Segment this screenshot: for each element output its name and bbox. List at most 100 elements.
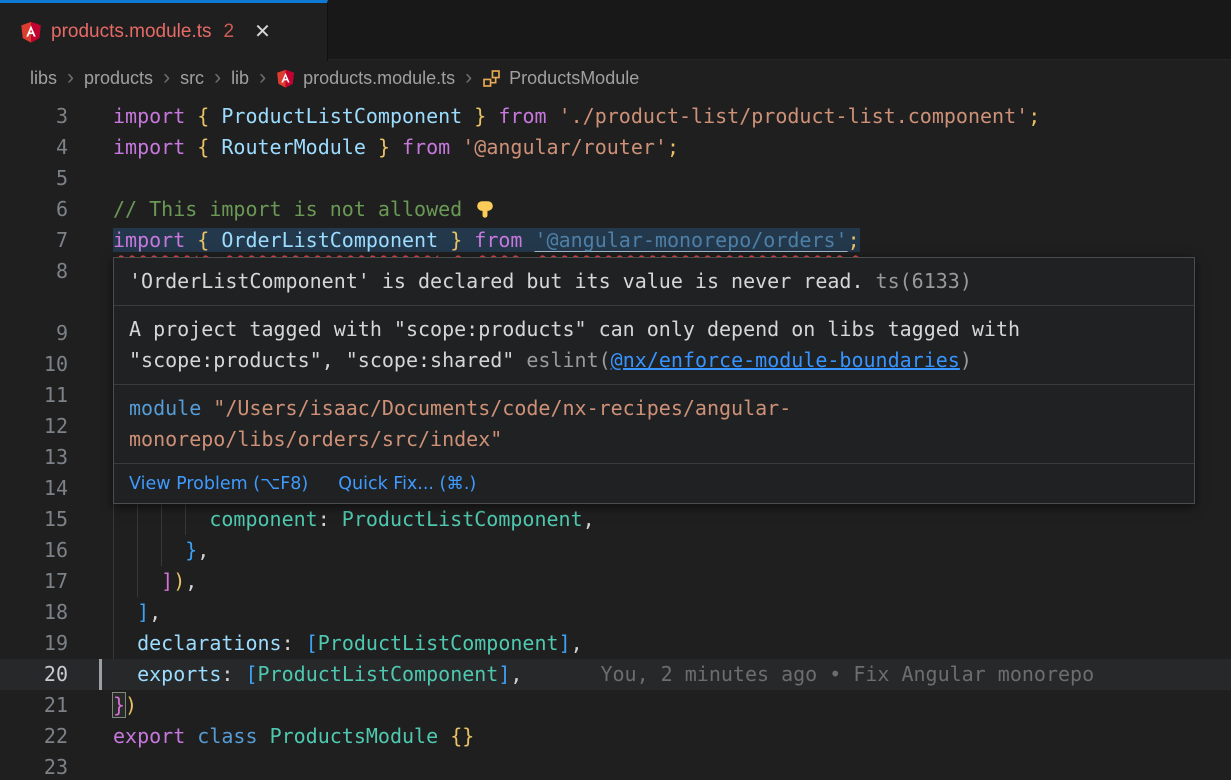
token: ProductListComponent	[258, 662, 499, 686]
indent-guide	[137, 504, 138, 535]
code-line-15[interactable]: 15 component: ProductListComponent,	[0, 504, 1231, 535]
token: ProductsModule	[270, 724, 439, 748]
code-editor[interactable]: 3import { ProductListComponent } from '.…	[0, 97, 1231, 780]
line-number[interactable]: 13	[0, 442, 68, 473]
token: ,	[185, 569, 197, 593]
code-line-3[interactable]: 3import { ProductListComponent } from '.…	[0, 101, 1231, 132]
token: ]	[559, 631, 571, 655]
token: }	[113, 693, 125, 717]
token: '@angular/router'	[462, 135, 667, 159]
breadcrumb-item-src[interactable]: src	[180, 68, 204, 89]
breadcrumb-item-lib[interactable]: lib	[231, 68, 249, 89]
line-content: component: ProductListComponent,	[113, 504, 1231, 535]
line-number[interactable]: 23	[0, 752, 68, 780]
token	[486, 104, 498, 128]
line-number[interactable]: 4	[0, 132, 68, 163]
code-line-23[interactable]: 23	[0, 752, 1231, 780]
line-number[interactable]: 3	[0, 101, 68, 132]
token: }	[474, 104, 486, 128]
token: '@angular-monorepo/orders'	[535, 228, 848, 252]
line-number[interactable]: 7	[0, 225, 68, 256]
indent-guide	[113, 566, 114, 597]
code-line-5[interactable]: 5	[0, 163, 1231, 194]
line-number[interactable]: 5	[0, 163, 68, 194]
token	[113, 631, 137, 655]
token: }	[450, 228, 462, 252]
module-line2: monorepo/libs/orders/src/index"	[129, 424, 1179, 455]
token	[438, 724, 450, 748]
line-number[interactable]: 8	[0, 256, 68, 287]
eslint-message-line2: "scope:products", "scope:shared" eslint(…	[129, 345, 1179, 376]
code-line-20[interactable]: 20 exports: [ProductListComponent],You, …	[0, 659, 1231, 690]
indent-guide	[161, 504, 162, 535]
line-number[interactable]: 17	[0, 566, 68, 597]
indent-guide	[113, 597, 114, 628]
diagnostic-source: ts(6133)	[876, 269, 972, 293]
code-line-22[interactable]: 22export class ProductsModule {}	[0, 721, 1231, 752]
code-line-21[interactable]: 21})	[0, 690, 1231, 721]
breadcrumb-item-products[interactable]: products	[84, 68, 153, 89]
line-number[interactable]: 16	[0, 535, 68, 566]
token	[258, 724, 270, 748]
token: }	[378, 135, 390, 159]
line-content: ]),	[113, 566, 1231, 597]
indent-guide	[113, 535, 114, 566]
module-line1: module "/Users/isaac/Documents/code/nx-r…	[129, 393, 1179, 424]
line-number[interactable]: 21	[0, 690, 68, 721]
indent-guide	[137, 535, 138, 566]
token	[450, 135, 462, 159]
token: :	[318, 507, 342, 531]
line-number[interactable]: 9	[0, 318, 68, 349]
token	[113, 600, 137, 624]
token: )	[125, 693, 137, 717]
breadcrumb-item-libs[interactable]: libs	[30, 68, 57, 89]
token: import	[113, 104, 197, 128]
token: )	[173, 569, 185, 593]
git-blame-annotation: You, 2 minutes ago • Fix Angular monorep…	[522, 662, 1094, 686]
code-line-6[interactable]: 6// This import is not allowed	[0, 194, 1231, 225]
token: :	[282, 631, 306, 655]
code-line-18[interactable]: 18 ],	[0, 597, 1231, 628]
code-line-16[interactable]: 16 },	[0, 535, 1231, 566]
token: import	[113, 135, 197, 159]
indent-guide	[113, 628, 114, 659]
line-number[interactable]: 22	[0, 721, 68, 752]
token: {	[197, 135, 209, 159]
chevron-right-icon: ›	[213, 67, 222, 91]
token	[366, 135, 378, 159]
eslint-rule-link[interactable]: @nx/enforce-module-boundaries	[611, 348, 960, 372]
token: component	[209, 507, 317, 531]
view-problem-button[interactable]: View Problem (⌥F8)	[129, 474, 308, 494]
token: import	[113, 228, 197, 252]
code-line-19[interactable]: 19 declarations: [ProductListComponent],	[0, 628, 1231, 659]
eslint-message-line1: A project tagged with "scope:products" c…	[129, 314, 1179, 345]
tab-problem-count: 2	[224, 21, 235, 43]
token: {	[197, 228, 209, 252]
code-line-4[interactable]: 4import { RouterModule } from '@angular/…	[0, 132, 1231, 163]
line-number[interactable]: 12	[0, 411, 68, 442]
token: ;	[848, 228, 860, 252]
line-number[interactable]: 19	[0, 628, 68, 659]
line-number[interactable]: 6	[0, 194, 68, 225]
line-number[interactable]: 14	[0, 473, 68, 504]
token: from	[474, 228, 522, 252]
breadcrumb-item-symbol[interactable]: ProductsModule	[509, 68, 639, 89]
line-number[interactable]: 10	[0, 349, 68, 380]
token: declarations	[137, 631, 282, 655]
code-line-17[interactable]: 17 ]),	[0, 566, 1231, 597]
line-content: import { OrderListComponent } from '@ang…	[113, 225, 1231, 256]
line-number[interactable]: 11	[0, 380, 68, 411]
line-number[interactable]: 20	[0, 659, 68, 690]
tab-products-module[interactable]: products.module.ts 2 ✕	[0, 0, 328, 61]
tab-bar: products.module.ts 2 ✕	[0, 0, 1231, 60]
line-number[interactable]: 15	[0, 504, 68, 535]
token	[113, 662, 137, 686]
code-line-7[interactable]: 7 import { OrderListComponent } from '@an…	[0, 225, 1231, 256]
quick-fix-button[interactable]: Quick Fix... (⌘.)	[338, 474, 476, 494]
breadcrumb-item-file[interactable]: products.module.ts	[303, 68, 455, 89]
line-number[interactable]: 18	[0, 597, 68, 628]
close-icon[interactable]: ✕	[254, 22, 271, 42]
breadcrumb: libs › products › src › lib › products.m…	[0, 60, 1231, 97]
indent-guide	[137, 566, 138, 597]
indent-guide	[185, 504, 186, 535]
